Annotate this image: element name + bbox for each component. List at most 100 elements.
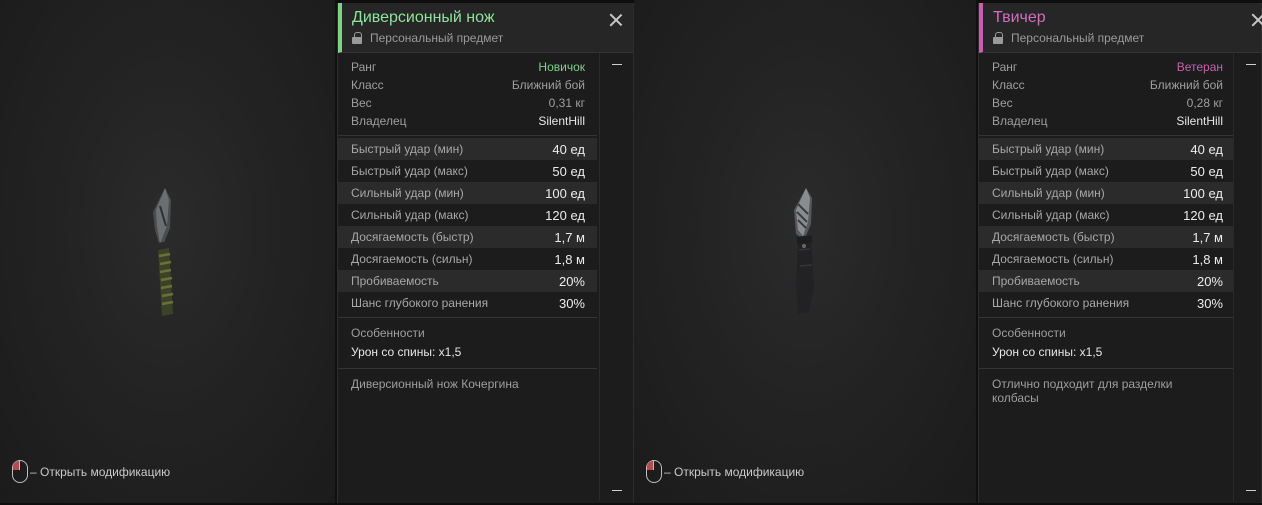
- item-description: Диверсионный нож Кочергина: [351, 377, 519, 391]
- info-row-class: Класс Ближний бой: [338, 76, 597, 94]
- info-label: Ранг: [992, 60, 1018, 74]
- stat-label: Сильный удар (макс): [992, 208, 1110, 222]
- stat-row: Досягаемость (быстр) 1,7 м: [338, 226, 597, 248]
- stat-value: 40 ед: [1190, 141, 1223, 157]
- stat-label: Быстрый удар (мин): [992, 142, 1105, 156]
- stat-row: Быстрый удар (мин) 40 ед: [979, 138, 1235, 160]
- stat-value: 100 ед: [545, 185, 585, 201]
- info-row-class: Класс Ближний бой: [979, 76, 1235, 94]
- features-value: Урон со спины: x1,5: [351, 345, 462, 359]
- scroll-up-icon[interactable]: [612, 64, 622, 65]
- info-value: SilentHill: [1176, 114, 1223, 128]
- stat-label: Досягаемость (сильн): [992, 252, 1114, 266]
- stat-row: Шанс глубокого ранения 30%: [338, 292, 597, 314]
- mouse-icon: [646, 460, 662, 483]
- info-row-rank: Ранг Новичок: [338, 58, 597, 76]
- stat-row: Досягаемость (сильн) 1,8 м: [979, 248, 1235, 270]
- card-body: Ранг Ветеран Класс Ближний бой Вес 0,28 кг …: [979, 53, 1261, 501]
- close-icon[interactable]: [1251, 13, 1262, 27]
- stat-value: 1,7 м: [554, 229, 585, 245]
- item-info-card: Диверсионный нож Персональный предмет Ра…: [337, 3, 634, 503]
- stat-label: Быстрый удар (макс): [351, 164, 468, 178]
- rank-value: Новичок: [538, 60, 585, 74]
- scrollbar[interactable]: [599, 53, 633, 501]
- stat-row: Пробиваемость 20%: [979, 270, 1235, 292]
- stat-value: 100 ед: [1183, 185, 1223, 201]
- stat-row: Быстрый удар (макс) 50 ед: [979, 160, 1235, 182]
- subtitle-text: Персональный предмет: [370, 31, 504, 45]
- info-label: Владелец: [992, 114, 1048, 128]
- info-label: Класс: [992, 78, 1025, 92]
- scroll-up-icon[interactable]: [1246, 64, 1256, 65]
- stat-row: Пробиваемость 20%: [338, 270, 597, 292]
- stat-row: Сильный удар (макс) 120 ед: [338, 204, 597, 226]
- item-compare-panel-left: – Открыть модификацию Диверсионный нож П…: [0, 0, 634, 505]
- item-3d-viewer[interactable]: – Открыть модификацию: [0, 0, 337, 503]
- close-icon[interactable]: [609, 13, 623, 27]
- open-mods-hint: – Открыть модификацию: [12, 460, 170, 483]
- personal-item-label: Персональный предмет: [352, 31, 633, 45]
- item-compare-panel-right: – Открыть модификацию Твичер Персональны…: [634, 0, 1262, 505]
- info-label: Вес: [351, 96, 372, 110]
- info-row-owner: Владелец SilentHill: [338, 112, 597, 130]
- stats-block: Быстрый удар (мин) 40 ед Быстрый удар (ма…: [338, 136, 597, 318]
- item-description: Отлично подходит для разделки колбасы: [992, 377, 1173, 405]
- lock-icon: [993, 32, 1003, 44]
- personal-item-label: Персональный предмет: [993, 31, 1261, 45]
- stat-label: Шанс глубокого ранения: [351, 296, 489, 310]
- info-value: Ближний бой: [511, 78, 585, 92]
- info-label: Владелец: [351, 114, 407, 128]
- card-header: Диверсионный нож Персональный предмет: [338, 3, 633, 53]
- card-header: Твичер Персональный предмет: [979, 3, 1261, 53]
- item-3d-viewer[interactable]: – Открыть модификацию: [634, 0, 978, 503]
- item-title: Твичер: [993, 9, 1046, 26]
- stat-row: Сильный удар (мин) 100 ед: [979, 182, 1235, 204]
- stat-value: 20%: [1196, 273, 1223, 289]
- stat-row: Досягаемость (сильн) 1,8 м: [338, 248, 597, 270]
- card-content: Ранг Новичок Класс Ближний бой Вес 0,31 кг …: [338, 53, 597, 399]
- stat-row: Сильный удар (макс) 120 ед: [979, 204, 1235, 226]
- stat-row: Досягаемость (быстр) 1,7 м: [979, 226, 1235, 248]
- rank-value: Ветеран: [1176, 60, 1223, 74]
- features-title: Особенности: [992, 326, 1066, 340]
- stat-value: 50 ед: [552, 163, 585, 179]
- lock-icon: [352, 32, 362, 44]
- stat-label: Сильный удар (макс): [351, 208, 469, 222]
- stat-label: Досягаемость (быстр): [992, 230, 1115, 244]
- stats-block: Быстрый удар (мин) 40 ед Быстрый удар (ма…: [979, 136, 1235, 318]
- stat-label: Досягаемость (быстр): [351, 230, 474, 244]
- stat-value: 1,8 м: [554, 251, 585, 267]
- stat-value: 30%: [1196, 295, 1223, 311]
- stat-row: Сильный удар (мин) 100 ед: [338, 182, 597, 204]
- features-value: Урон со спины: x1,5: [992, 345, 1103, 359]
- scroll-down-icon[interactable]: [1246, 490, 1256, 491]
- features-title: Особенности: [351, 326, 425, 340]
- stat-label: Сильный удар (мин): [992, 186, 1105, 200]
- mouse-icon: [12, 460, 28, 483]
- knife-model-image: [153, 188, 174, 316]
- info-label: Ранг: [351, 60, 377, 74]
- info-value: 0,31 кг: [548, 96, 585, 110]
- stat-label: Досягаемость (сильн): [351, 252, 473, 266]
- stat-row: Быстрый удар (мин) 40 ед: [338, 138, 597, 160]
- subtitle-text: Персональный предмет: [1011, 31, 1145, 45]
- open-mods-hint-text: – Открыть модификацию: [30, 464, 171, 479]
- info-row-weight: Вес 0,28 кг: [979, 94, 1235, 112]
- knife-model-image: [794, 188, 814, 314]
- features-block: Особенности Урон со спины: x1,5: [338, 318, 597, 369]
- item-info-card: Твичер Персональный предмет Ранг Ветеран …: [978, 3, 1262, 503]
- info-value: Ближний бой: [1149, 78, 1223, 92]
- info-label: Вес: [992, 96, 1013, 110]
- stat-label: Быстрый удар (мин): [351, 142, 464, 156]
- scroll-down-icon[interactable]: [612, 490, 622, 491]
- card-body: Ранг Новичок Класс Ближний бой Вес 0,31 кг …: [338, 53, 633, 501]
- stat-label: Пробиваемость: [351, 274, 439, 288]
- stat-value: 30%: [558, 295, 585, 311]
- stat-label: Шанс глубокого ранения: [992, 296, 1130, 310]
- stat-label: Быстрый удар (макс): [992, 164, 1109, 178]
- info-value: SilentHill: [538, 114, 585, 128]
- scrollbar[interactable]: [1233, 53, 1261, 501]
- info-row-owner: Владелец SilentHill: [979, 112, 1235, 130]
- stat-value: 40 ед: [552, 141, 585, 157]
- stat-value: 120 ед: [545, 207, 585, 223]
